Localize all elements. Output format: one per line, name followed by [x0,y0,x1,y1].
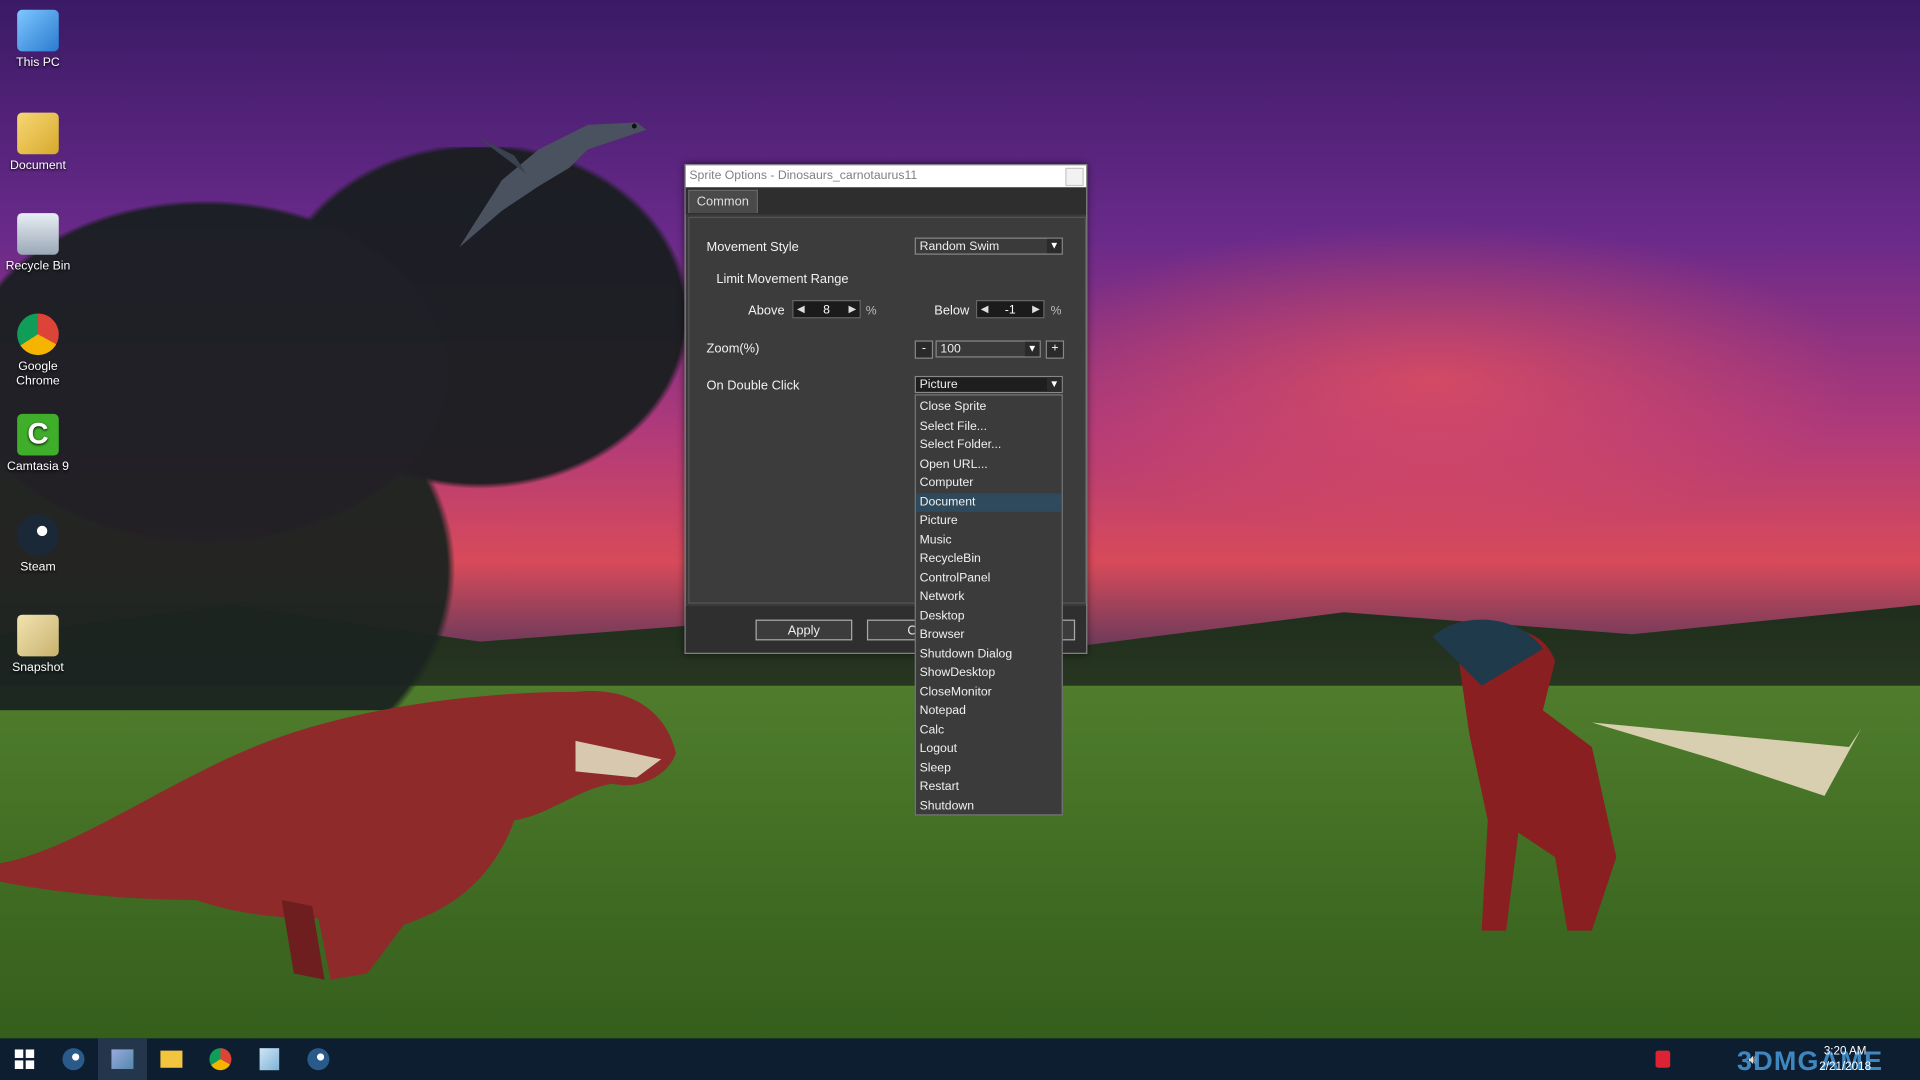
notepad-icon [259,1048,280,1071]
desktop-icon-steam[interactable]: Steam [0,514,76,575]
desktop: This PC Document Recycle Bin Google Chro… [0,0,1920,1080]
carnotaurus-sprite[interactable] [0,667,686,998]
movement-style-select[interactable]: Random Swim ▼ [914,237,1063,255]
desktop-icon-document[interactable]: Document [0,112,76,174]
steam-icon [62,1048,85,1071]
dropdown-option[interactable]: Restart [916,778,1062,797]
zoom-plus-button[interactable]: + [1045,340,1065,359]
decrement-icon[interactable]: ◀ [977,301,992,317]
above-unit: % [865,304,877,319]
clock-date: 2/21/2018 [1819,1060,1872,1074]
start-button[interactable] [0,1038,49,1080]
decrement-icon[interactable]: ◀ [793,301,808,317]
dropdown-option[interactable]: Desktop [916,607,1062,626]
dropdown-option[interactable]: Shutdown [916,797,1062,816]
tab-strip: Common [685,187,1087,215]
chevron-down-icon: ▼ [1024,341,1040,357]
sprite-app-icon [111,1049,134,1069]
shield-icon[interactable] [1655,1050,1671,1068]
movement-style-label: Movement Style [706,240,799,255]
dropdown-option[interactable]: Picture [916,512,1062,531]
dropdown-option[interactable]: ShowDesktop [916,664,1062,683]
steam-icon [17,514,59,556]
dropdown-option[interactable]: Select Folder... [916,436,1062,455]
chevron-down-icon: ▼ [1046,238,1062,254]
taskbar-notepad[interactable] [245,1038,294,1080]
dropdown-option[interactable]: Close Sprite [916,398,1062,417]
dropdown-option[interactable]: Logout [916,740,1062,759]
taskbar-steam[interactable] [49,1038,98,1080]
snapshot-icon [17,614,59,657]
dropdown-option[interactable]: Computer [916,474,1062,493]
dropdown-option[interactable]: Calc [916,721,1062,740]
zoom-label: Zoom(%) [706,341,760,357]
clock-time: 3:20 AM [1823,1044,1867,1058]
desktop-icon-camtasia[interactable]: C Camtasia 9 [0,413,76,475]
apply-button[interactable]: Apply [755,619,853,641]
above-label: Above [748,303,785,319]
chevron-down-icon: ▼ [1046,377,1062,392]
taskbar-steam-2[interactable] [294,1038,343,1080]
below-label: Below [934,303,970,319]
chrome-icon [17,313,59,356]
zoom-minus-button[interactable]: - [914,340,934,359]
sky-glow [1004,220,1862,539]
desktop-icon-recycle-bin[interactable]: Recycle Bin [0,213,76,274]
pigeon-sprite[interactable] [453,113,649,250]
increment-icon[interactable]: ▶ [845,301,860,317]
dropdown-option[interactable]: Shutdown Dialog [916,645,1062,664]
above-spinner[interactable]: ◀ 8 ▶ [792,300,861,319]
dropdown-option[interactable]: ControlPanel [916,569,1062,588]
chrome-icon [209,1048,232,1071]
limit-movement-label: Limit Movement Range [716,271,849,287]
close-button[interactable] [1065,167,1084,187]
dropdown-option[interactable]: Browser [916,626,1062,645]
below-unit: % [1050,304,1062,319]
dropdown-option[interactable]: Notepad [916,702,1062,721]
file-explorer-icon [160,1050,183,1068]
document-folder-icon [17,112,59,155]
recycle-bin-icon [17,213,59,255]
dropdown-option[interactable]: Select File... [916,417,1062,436]
double-click-dropdown-list: Close Sprite Select File... Select Folder.… [914,394,1063,816]
dropdown-option[interactable]: Sleep [916,759,1062,778]
dropdown-option[interactable]: Network [916,588,1062,607]
desktop-icon-snapshot[interactable]: Snapshot [0,614,76,676]
dialog-title: Sprite Options - Dinosaurs_carnotaurus11 [689,168,918,183]
below-spinner[interactable]: ◀ -1 ▶ [975,300,1045,319]
tab-common[interactable]: Common [688,189,758,214]
clock[interactable]: 3:20 AM 2/21/2018 [1819,1043,1871,1075]
double-click-select[interactable]: Picture ▼ [914,375,1063,394]
taskbar-chrome[interactable] [196,1038,245,1080]
double-click-label: On Double Click [706,378,800,394]
desktop-icon-google-chrome[interactable]: Google Chrome [0,313,76,389]
taskbar-sprite-app[interactable] [97,1038,147,1080]
dialog-titlebar[interactable]: Sprite Options - Dinosaurs_carnotaurus11 [685,165,1087,188]
camtasia-icon: C [17,413,59,456]
increment-icon[interactable]: ▶ [1029,301,1044,317]
dropdown-option[interactable]: Document [915,492,1062,512]
system-tray: 🔊︎ 3DMGAME 3:20 AM 2/21/2018 [1638,1038,1920,1080]
taskbar: 🔊︎ 3DMGAME 3:20 AM 2/21/2018 [0,1038,1920,1080]
zoom-select[interactable]: 100 ▼ [935,340,1041,358]
dropdown-option[interactable]: Open URL... [916,455,1062,474]
computer-icon [17,9,59,52]
desktop-icon-this-pc[interactable]: This PC [0,9,76,71]
warrior-girl-sprite[interactable] [1408,612,1873,955]
taskbar-file-explorer[interactable] [147,1038,196,1080]
steam-icon [307,1048,330,1071]
dropdown-option[interactable]: RecycleBin [916,550,1062,569]
dropdown-option[interactable]: CloseMonitor [916,683,1062,702]
windows-start-icon [14,1049,35,1069]
dropdown-option[interactable]: Music [916,531,1062,550]
